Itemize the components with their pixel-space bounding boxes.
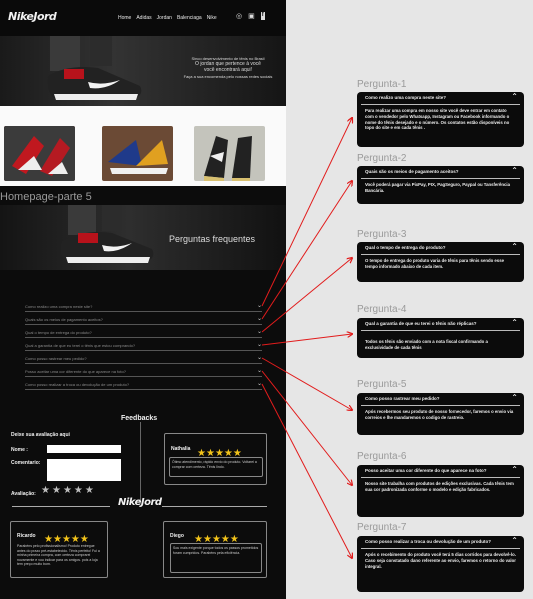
connector-arrow-2 [261, 181, 352, 320]
connector-arrow-6 [261, 370, 352, 485]
connector-arrow-5 [261, 357, 352, 410]
prototype-connectors [261, 0, 533, 599]
connector-arrow-3 [261, 258, 352, 333]
connector-arrow-4 [261, 334, 352, 346]
connector-arrow-1 [261, 118, 352, 307]
connector-arrow-7 [261, 383, 352, 558]
